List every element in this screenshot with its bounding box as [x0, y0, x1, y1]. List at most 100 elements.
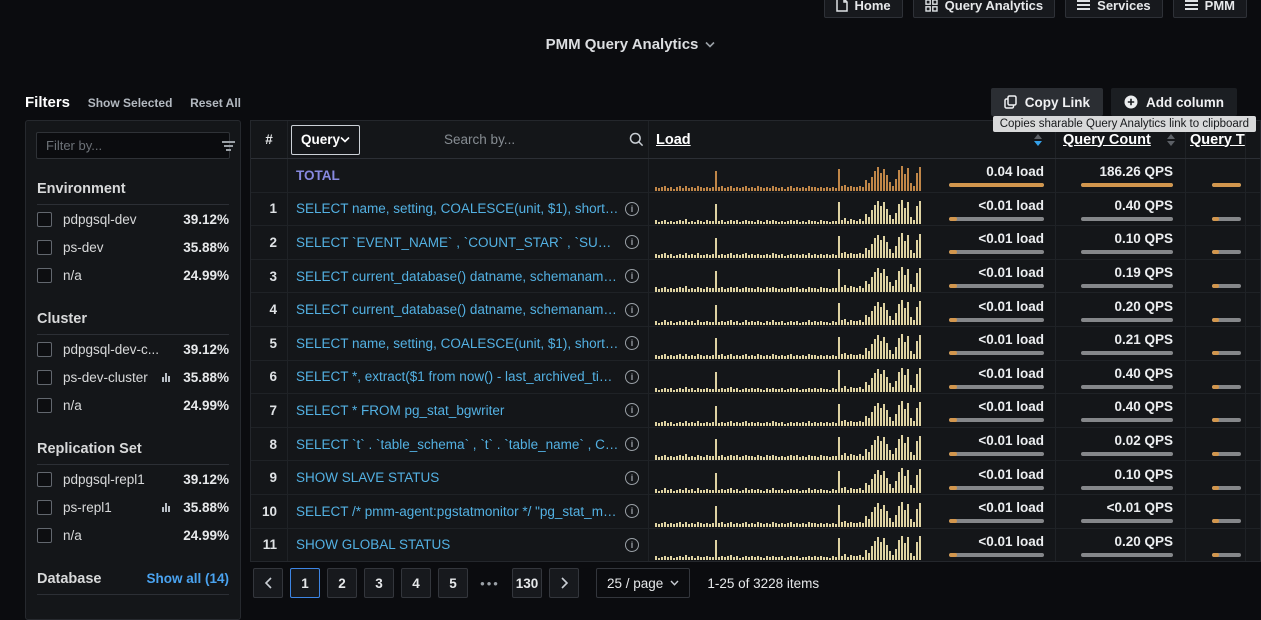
page-button[interactable]: 4 [401, 568, 431, 598]
filter-section: Replication Setpdpgsql-repl139.12%ps-rep… [26, 441, 240, 549]
load-column-header[interactable]: Load [656, 132, 691, 148]
query-link[interactable]: SELECT /* pmm-agent:pgstatmonitor */ "pg… [296, 504, 619, 519]
table-row: 9SHOW SLAVE STATUSi<0.01 load0.10 QPS [251, 461, 1260, 495]
filter-search-input[interactable] [46, 138, 222, 153]
query-count-value: 0.20 QPS [1114, 298, 1173, 315]
info-icon[interactable]: i [625, 538, 639, 552]
query-time-bar [1212, 318, 1241, 322]
info-icon[interactable]: i [625, 336, 639, 350]
total-link[interactable]: TOTAL [296, 168, 648, 183]
query-count-bar [1081, 284, 1173, 288]
chevron-down-icon [340, 136, 350, 143]
load-sparkline [655, 332, 922, 359]
nav-home-button[interactable]: Home [824, 0, 903, 18]
filters-panel: Environmentpdpgsql-dev39.12%ps-dev35.88%… [25, 120, 241, 620]
load-value: <0.01 load [978, 264, 1044, 281]
query-link[interactable]: SELECT *, extract($1 from now() - last_a… [296, 369, 619, 384]
filter-checkbox[interactable] [37, 240, 52, 255]
nav-query-analytics-button[interactable]: Query Analytics [913, 0, 1056, 18]
query-dimension-select[interactable]: Query [291, 125, 360, 155]
search-input[interactable] [364, 132, 621, 147]
filters-title: Filters [25, 94, 70, 111]
table-row: 10SELECT /* pmm-agent:pgstatmonitor */ "… [251, 495, 1260, 529]
load-value: <0.01 load [978, 230, 1044, 247]
filter-item[interactable]: ps-dev-cluster35.88% [37, 363, 229, 391]
query-time-bar [1212, 418, 1241, 422]
filter-item-label: n/a [63, 528, 172, 543]
page-button[interactable]: 2 [327, 568, 357, 598]
filter-checkbox[interactable] [37, 398, 52, 413]
query-count-bar [1081, 351, 1173, 355]
query-link[interactable]: SHOW SLAVE STATUS [296, 470, 619, 485]
filter-item[interactable]: pdpgsql-dev-c...39.12% [37, 335, 229, 363]
nav-services-button[interactable]: Services [1065, 0, 1163, 18]
query-link[interactable]: SELECT name, setting, COALESCE(unit, $1)… [296, 336, 619, 351]
info-icon[interactable]: i [625, 269, 639, 283]
nav-pmm-button[interactable]: PMM [1173, 0, 1247, 18]
search-icon [629, 132, 644, 147]
chevron-down-icon [705, 41, 715, 48]
filter-checkbox[interactable] [37, 212, 52, 227]
query-link[interactable]: SELECT `EVENT_NAME` , `COUNT_STAR` , `SU… [296, 235, 619, 250]
table-row: 2SELECT `EVENT_NAME` , `COUNT_STAR` , `S… [251, 226, 1260, 260]
query-link[interactable]: SELECT name, setting, COALESCE(unit, $1)… [296, 201, 619, 216]
add-column-button[interactable]: Add column [1111, 88, 1237, 116]
load-sparkline [655, 399, 922, 426]
filters-header: Filters Show Selected Reset All [25, 94, 241, 111]
filter-item[interactable]: n/a24.99% [37, 391, 229, 419]
filter-section-title: Cluster [37, 311, 87, 327]
page-title[interactable]: PMM Query Analytics [546, 36, 716, 53]
info-icon[interactable]: i [625, 370, 639, 384]
filter-item[interactable]: pdpgsql-dev39.12% [37, 205, 229, 233]
load-bar [949, 519, 1044, 523]
info-icon[interactable]: i [625, 202, 639, 216]
bar-chart-icon [162, 502, 170, 512]
filter-item[interactable]: n/a24.99% [37, 521, 229, 549]
page-button[interactable]: 5 [438, 568, 468, 598]
filter-checkbox[interactable] [37, 370, 52, 385]
page-size-select[interactable]: 25 / page [596, 568, 690, 598]
query-link[interactable]: SELECT * FROM pg_stat_bgwriter [296, 403, 619, 418]
query-link[interactable]: SHOW GLOBAL STATUS [296, 537, 619, 552]
filter-checkbox[interactable] [37, 342, 52, 357]
row-index: 11 [251, 529, 288, 562]
query-link[interactable]: SELECT current_database() datname, schem… [296, 269, 619, 284]
query-count-bar [1081, 183, 1173, 187]
nav-label: PMM [1205, 0, 1235, 13]
query-link[interactable]: SELECT current_database() datname, schem… [296, 302, 619, 317]
info-icon[interactable]: i [625, 403, 639, 417]
filter-item-label: pdpgsql-repl1 [63, 472, 172, 487]
show-selected-link[interactable]: Show Selected [88, 96, 173, 110]
filter-item[interactable]: ps-dev35.88% [37, 233, 229, 261]
show-all-link[interactable]: Show all (14) [146, 571, 229, 586]
filter-checkbox[interactable] [37, 528, 52, 543]
query-time-column-header[interactable]: Query T [1190, 132, 1245, 148]
filter-checkbox[interactable] [37, 472, 52, 487]
next-page-button[interactable] [549, 568, 579, 598]
page-button[interactable]: 130 [512, 568, 542, 598]
query-link[interactable]: SELECT `t` . `table_schema` , `t` . `tab… [296, 437, 619, 452]
info-icon[interactable]: i [625, 235, 639, 249]
filter-checkbox[interactable] [37, 500, 52, 515]
page-button[interactable]: 1 [290, 568, 320, 598]
info-icon[interactable]: i [625, 504, 639, 518]
page-button[interactable]: 3 [364, 568, 394, 598]
previous-page-button[interactable] [253, 568, 283, 598]
filter-item[interactable]: n/a24.99% [37, 261, 229, 289]
filter-checkbox[interactable] [37, 268, 52, 283]
copy-link-button[interactable]: Copy Link [991, 88, 1103, 116]
filter-search-field[interactable] [36, 132, 230, 159]
load-value: <0.01 load [978, 197, 1044, 214]
sort-icon[interactable] [1167, 134, 1175, 146]
query-count-value: 0.19 QPS [1114, 264, 1173, 281]
query-count-value: 0.02 QPS [1114, 432, 1173, 449]
filter-item[interactable]: pdpgsql-repl139.12% [37, 465, 229, 493]
info-icon[interactable]: i [625, 303, 639, 317]
reset-all-link[interactable]: Reset All [190, 96, 241, 110]
filter-item[interactable]: ps-repl135.88% [37, 493, 229, 521]
query-time-bar [1212, 217, 1241, 221]
sort-icon[interactable] [1034, 134, 1042, 146]
info-icon[interactable]: i [625, 437, 639, 451]
info-icon[interactable]: i [625, 471, 639, 485]
query-count-column-header[interactable]: Query Count [1063, 132, 1151, 148]
